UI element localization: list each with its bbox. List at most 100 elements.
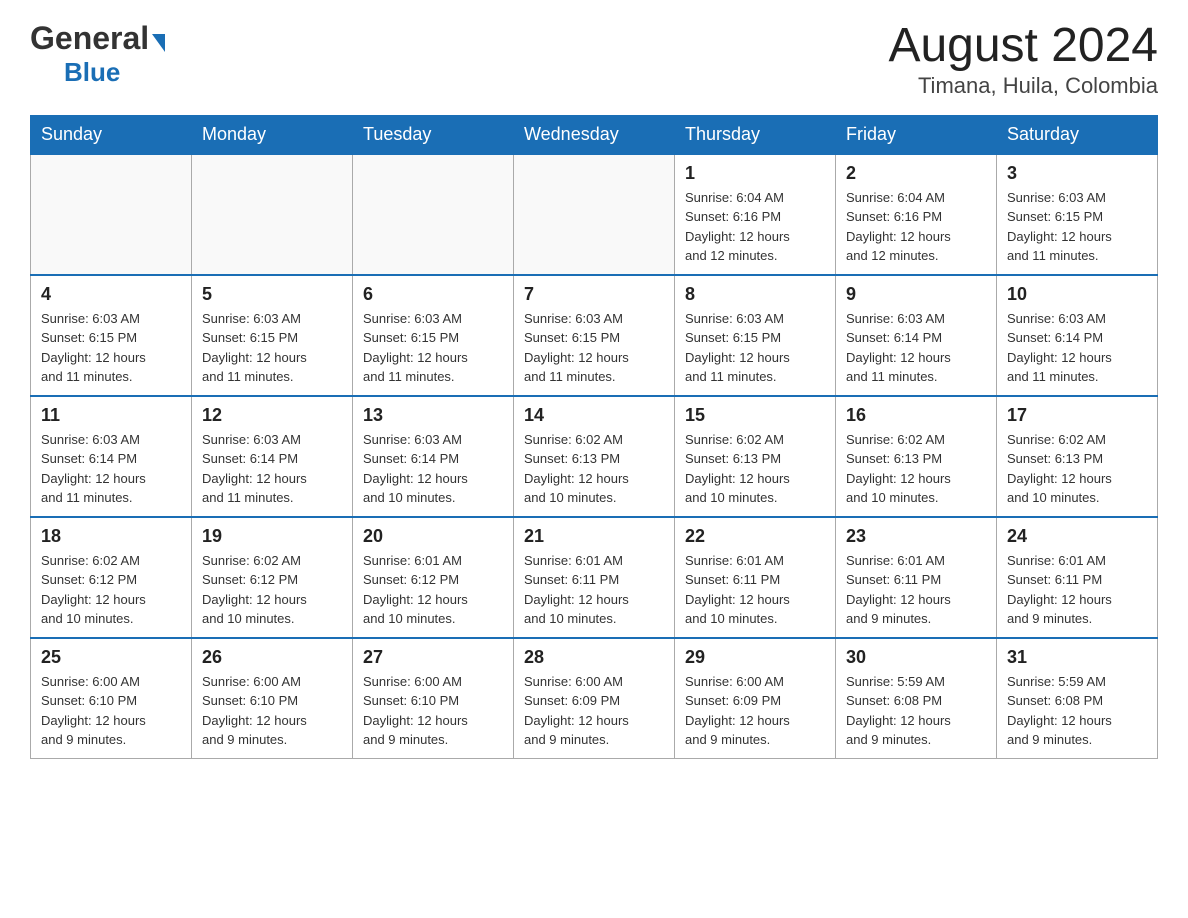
- day-info: Sunrise: 6:04 AM Sunset: 6:16 PM Dayligh…: [685, 188, 825, 266]
- calendar-cell: 9 Sunrise: 6:03 AM Sunset: 6:14 PM Daylig…: [836, 275, 997, 396]
- weekday-header-thursday: Thursday: [675, 115, 836, 154]
- day-number: 24: [1007, 526, 1147, 547]
- day-info: Sunrise: 6:03 AM Sunset: 6:15 PM Dayligh…: [1007, 188, 1147, 266]
- weekday-header-saturday: Saturday: [997, 115, 1158, 154]
- day-number: 28: [524, 647, 664, 668]
- day-number: 30: [846, 647, 986, 668]
- calendar-cell: 8 Sunrise: 6:03 AM Sunset: 6:15 PM Daylig…: [675, 275, 836, 396]
- logo-arrow-icon: [152, 34, 165, 52]
- week-row-3: 11Sunrise: 6:03 AM Sunset: 6:14 PM Dayli…: [31, 396, 1158, 517]
- day-number: 29: [685, 647, 825, 668]
- calendar-cell: 21 Sunrise: 6:01 AM Sunset: 6:11 PM Dayli…: [514, 517, 675, 638]
- calendar-cell: 27Sunrise: 6:00 AM Sunset: 6:10 PM Dayli…: [353, 638, 514, 759]
- day-info: Sunrise: 6:03 AM Sunset: 6:14 PM Dayligh…: [202, 430, 342, 508]
- day-info: Sunrise: 6:02 AM Sunset: 6:12 PM Dayligh…: [202, 551, 342, 629]
- day-info: Sunrise: 6:00 AM Sunset: 6:10 PM Dayligh…: [202, 672, 342, 750]
- calendar-cell: 23 Sunrise: 6:01 AM Sunset: 6:11 PM Dayli…: [836, 517, 997, 638]
- day-info: Sunrise: 6:01 AM Sunset: 6:11 PM Dayligh…: [846, 551, 986, 629]
- day-info: Sunrise: 6:03 AM Sunset: 6:15 PM Dayligh…: [41, 309, 181, 387]
- day-number: 5: [202, 284, 342, 305]
- day-number: 20: [363, 526, 503, 547]
- day-info: Sunrise: 6:03 AM Sunset: 6:14 PM Dayligh…: [846, 309, 986, 387]
- day-info: Sunrise: 5:59 AM Sunset: 6:08 PM Dayligh…: [846, 672, 986, 750]
- day-number: 16: [846, 405, 986, 426]
- title-block: August 2024 Timana, Huila, Colombia: [888, 20, 1158, 99]
- day-info: Sunrise: 6:02 AM Sunset: 6:13 PM Dayligh…: [1007, 430, 1147, 508]
- logo: General Blue: [30, 20, 165, 88]
- calendar-cell: [31, 154, 192, 275]
- calendar-cell: 17 Sunrise: 6:02 AM Sunset: 6:13 PM Dayli…: [997, 396, 1158, 517]
- day-number: 3: [1007, 163, 1147, 184]
- day-info: Sunrise: 6:01 AM Sunset: 6:11 PM Dayligh…: [685, 551, 825, 629]
- day-number: 22: [685, 526, 825, 547]
- day-info: Sunrise: 6:00 AM Sunset: 6:10 PM Dayligh…: [41, 672, 181, 750]
- day-info: Sunrise: 6:00 AM Sunset: 6:10 PM Dayligh…: [363, 672, 503, 750]
- calendar-cell: 10Sunrise: 6:03 AM Sunset: 6:14 PM Dayli…: [997, 275, 1158, 396]
- logo-blue-text: Blue: [64, 57, 120, 88]
- day-info: Sunrise: 6:03 AM Sunset: 6:14 PM Dayligh…: [363, 430, 503, 508]
- calendar-cell: 2 Sunrise: 6:04 AM Sunset: 6:16 PM Daylig…: [836, 154, 997, 275]
- day-info: Sunrise: 6:00 AM Sunset: 6:09 PM Dayligh…: [524, 672, 664, 750]
- weekday-header-monday: Monday: [192, 115, 353, 154]
- day-number: 12: [202, 405, 342, 426]
- day-number: 25: [41, 647, 181, 668]
- day-info: Sunrise: 6:03 AM Sunset: 6:15 PM Dayligh…: [685, 309, 825, 387]
- calendar-cell: 25 Sunrise: 6:00 AM Sunset: 6:10 PM Dayli…: [31, 638, 192, 759]
- week-row-1: 1Sunrise: 6:04 AM Sunset: 6:16 PM Daylig…: [31, 154, 1158, 275]
- calendar-cell: 18 Sunrise: 6:02 AM Sunset: 6:12 PM Dayli…: [31, 517, 192, 638]
- logo-general-text: General: [30, 20, 149, 57]
- calendar-cell: 14Sunrise: 6:02 AM Sunset: 6:13 PM Dayli…: [514, 396, 675, 517]
- day-info: Sunrise: 6:03 AM Sunset: 6:14 PM Dayligh…: [1007, 309, 1147, 387]
- calendar-cell: 20 Sunrise: 6:01 AM Sunset: 6:12 PM Dayli…: [353, 517, 514, 638]
- weekday-header-sunday: Sunday: [31, 115, 192, 154]
- day-number: 9: [846, 284, 986, 305]
- day-info: Sunrise: 5:59 AM Sunset: 6:08 PM Dayligh…: [1007, 672, 1147, 750]
- day-number: 19: [202, 526, 342, 547]
- calendar-cell: 16 Sunrise: 6:02 AM Sunset: 6:13 PM Dayli…: [836, 396, 997, 517]
- day-info: Sunrise: 6:04 AM Sunset: 6:16 PM Dayligh…: [846, 188, 986, 266]
- calendar-cell: 11Sunrise: 6:03 AM Sunset: 6:14 PM Dayli…: [31, 396, 192, 517]
- calendar-table: SundayMondayTuesdayWednesdayThursdayFrid…: [30, 115, 1158, 759]
- day-info: Sunrise: 6:01 AM Sunset: 6:12 PM Dayligh…: [363, 551, 503, 629]
- day-number: 18: [41, 526, 181, 547]
- calendar-cell: 30 Sunrise: 5:59 AM Sunset: 6:08 PM Dayli…: [836, 638, 997, 759]
- calendar-cell: [353, 154, 514, 275]
- calendar-cell: 3 Sunrise: 6:03 AM Sunset: 6:15 PM Daylig…: [997, 154, 1158, 275]
- weekday-header-row: SundayMondayTuesdayWednesdayThursdayFrid…: [31, 115, 1158, 154]
- day-number: 31: [1007, 647, 1147, 668]
- page-subtitle: Timana, Huila, Colombia: [888, 73, 1158, 99]
- day-number: 17: [1007, 405, 1147, 426]
- calendar-cell: 5 Sunrise: 6:03 AM Sunset: 6:15 PM Daylig…: [192, 275, 353, 396]
- day-number: 26: [202, 647, 342, 668]
- calendar-cell: 6 Sunrise: 6:03 AM Sunset: 6:15 PM Daylig…: [353, 275, 514, 396]
- day-info: Sunrise: 6:02 AM Sunset: 6:13 PM Dayligh…: [846, 430, 986, 508]
- weekday-header-friday: Friday: [836, 115, 997, 154]
- day-info: Sunrise: 6:02 AM Sunset: 6:13 PM Dayligh…: [685, 430, 825, 508]
- day-info: Sunrise: 6:03 AM Sunset: 6:15 PM Dayligh…: [202, 309, 342, 387]
- day-number: 14: [524, 405, 664, 426]
- day-number: 2: [846, 163, 986, 184]
- calendar-cell: 26 Sunrise: 6:00 AM Sunset: 6:10 PM Dayli…: [192, 638, 353, 759]
- page-header: General Blue August 2024 Timana, Huila, …: [30, 20, 1158, 99]
- day-info: Sunrise: 6:02 AM Sunset: 6:12 PM Dayligh…: [41, 551, 181, 629]
- day-number: 23: [846, 526, 986, 547]
- day-info: Sunrise: 6:03 AM Sunset: 6:14 PM Dayligh…: [41, 430, 181, 508]
- day-number: 6: [363, 284, 503, 305]
- day-info: Sunrise: 6:01 AM Sunset: 6:11 PM Dayligh…: [524, 551, 664, 629]
- weekday-header-tuesday: Tuesday: [353, 115, 514, 154]
- calendar-cell: 29Sunrise: 6:00 AM Sunset: 6:09 PM Dayli…: [675, 638, 836, 759]
- calendar-cell: 19 Sunrise: 6:02 AM Sunset: 6:12 PM Dayli…: [192, 517, 353, 638]
- calendar-cell: 15Sunrise: 6:02 AM Sunset: 6:13 PM Dayli…: [675, 396, 836, 517]
- calendar-cell: 7Sunrise: 6:03 AM Sunset: 6:15 PM Daylig…: [514, 275, 675, 396]
- calendar-cell: 31 Sunrise: 5:59 AM Sunset: 6:08 PM Dayli…: [997, 638, 1158, 759]
- day-number: 7: [524, 284, 664, 305]
- weekday-header-wednesday: Wednesday: [514, 115, 675, 154]
- day-number: 8: [685, 284, 825, 305]
- calendar-cell: 24 Sunrise: 6:01 AM Sunset: 6:11 PM Dayli…: [997, 517, 1158, 638]
- day-info: Sunrise: 6:01 AM Sunset: 6:11 PM Dayligh…: [1007, 551, 1147, 629]
- day-number: 21: [524, 526, 664, 547]
- page-title: August 2024: [888, 20, 1158, 73]
- week-row-2: 4Sunrise: 6:03 AM Sunset: 6:15 PM Daylig…: [31, 275, 1158, 396]
- day-info: Sunrise: 6:03 AM Sunset: 6:15 PM Dayligh…: [363, 309, 503, 387]
- calendar-cell: 1Sunrise: 6:04 AM Sunset: 6:16 PM Daylig…: [675, 154, 836, 275]
